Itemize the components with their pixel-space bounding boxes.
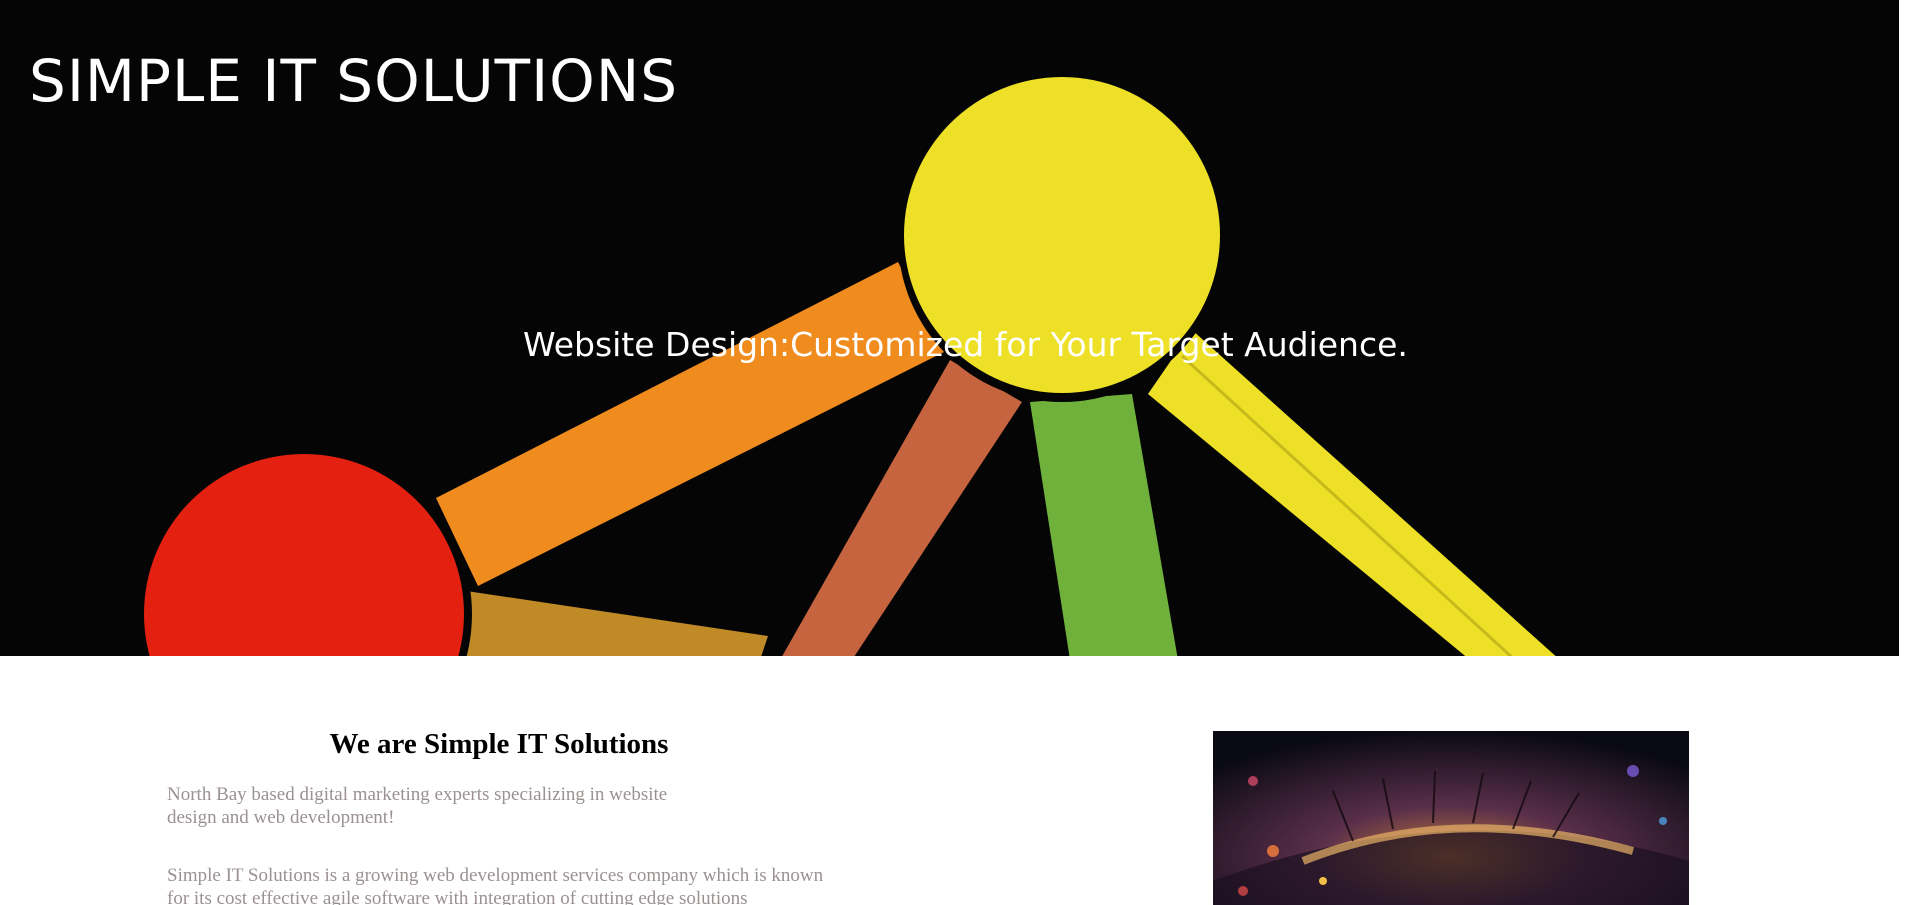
page: SIMPLE IT SOLUTIONS Website Design:Custo… (0, 0, 1905, 905)
about-section: We are Simple IT Solutions North Bay bas… (0, 656, 1899, 905)
hero-banner: SIMPLE IT SOLUTIONS Website Design:Custo… (0, 0, 1899, 656)
site-title[interactable]: SIMPLE IT SOLUTIONS (29, 52, 678, 110)
hero-tagline: Website Design:Customized for Your Targe… (523, 325, 1408, 364)
scrollbar[interactable] (1899, 0, 1905, 905)
about-intro-text: North Bay based digital marketing expert… (167, 784, 668, 828)
about-heading: We are Simple IT Solutions (329, 728, 669, 760)
eye-closeup-image (1213, 731, 1689, 905)
about-body-text: Simple IT Solutions is a growing web dev… (167, 865, 824, 905)
